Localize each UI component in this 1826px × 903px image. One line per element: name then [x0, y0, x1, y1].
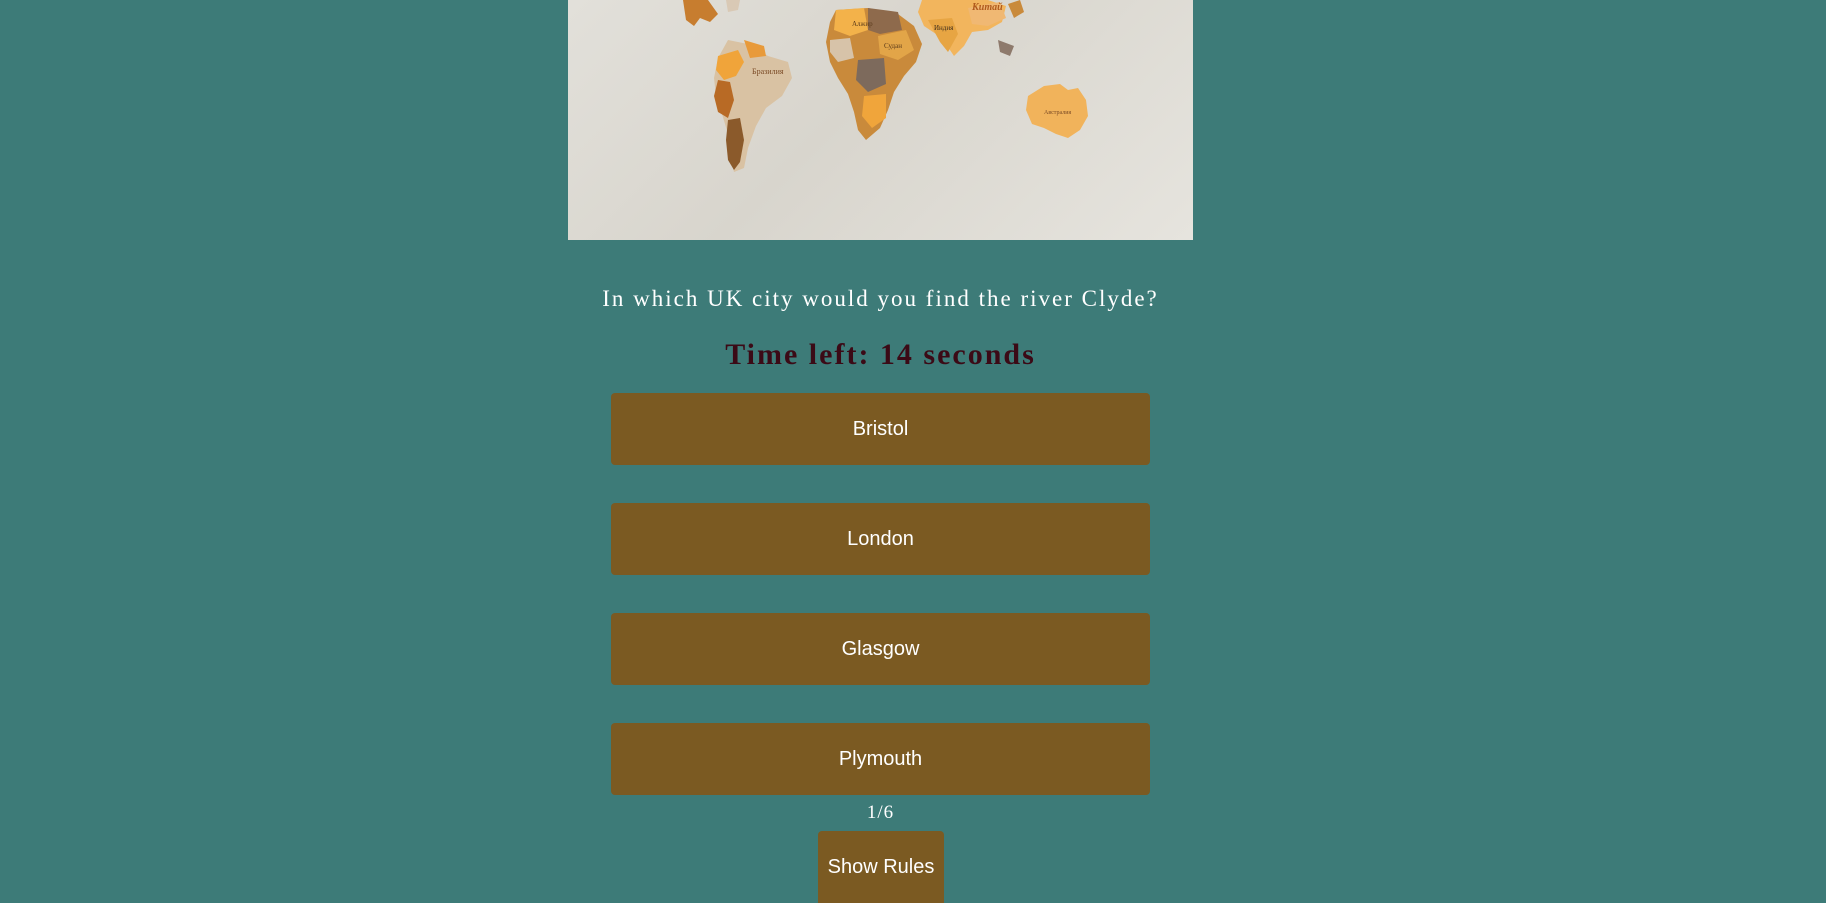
- map-label-brazil: Бразилия: [752, 67, 784, 76]
- answer-button-london[interactable]: London: [611, 503, 1150, 575]
- map-label-australia: Австралия: [1044, 110, 1071, 116]
- map-piece-greenland-edge: [726, 0, 740, 12]
- map-label-sudan: Судан: [884, 42, 902, 50]
- map-label-algeria: Алжир: [852, 20, 873, 28]
- answer-button-plymouth[interactable]: Plymouth: [611, 723, 1150, 795]
- answer-options: Bristol London Glasgow Plymouth: [611, 393, 1150, 833]
- map-piece-libya: [868, 8, 902, 34]
- question-text: In which UK city would you find the rive…: [602, 286, 1159, 311]
- countdown-timer: Time left: 14 seconds: [725, 338, 1036, 371]
- map-piece-indonesia: [998, 40, 1014, 56]
- map-label-india: Индия: [934, 24, 954, 32]
- world-map-image: Бразилия Алжир Судан Китай Индия Австрал…: [568, 0, 1193, 240]
- show-rules-button[interactable]: Show Rules: [818, 831, 944, 903]
- quiz-page: Бразилия Алжир Судан Китай Индия Австрал…: [0, 0, 1826, 903]
- map-piece-north-america: [683, 0, 718, 26]
- map-label-china: Китай: [971, 2, 1003, 13]
- answer-button-glasgow[interactable]: Glasgow: [611, 613, 1150, 685]
- world-map-illustration: Бразилия Алжир Судан Китай Индия Австрал…: [683, 0, 1088, 172]
- answer-button-bristol[interactable]: Bristol: [611, 393, 1150, 465]
- map-piece-japan: [1008, 0, 1024, 18]
- question-progress: 1/6: [866, 802, 895, 823]
